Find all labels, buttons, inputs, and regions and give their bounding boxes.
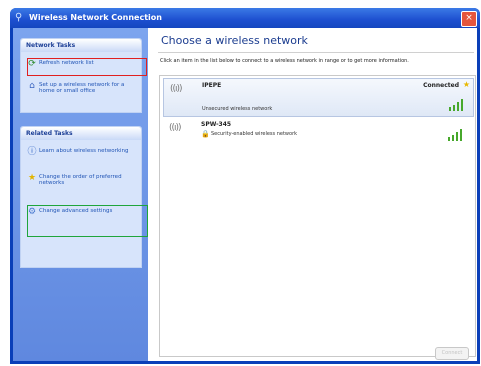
info-icon: ⓘ — [27, 147, 37, 157]
title-bar[interactable]: ⚲ Wireless Network Connection × — [10, 8, 480, 28]
instructions-text: Click an item in the list below to conne… — [160, 58, 409, 64]
window-title: Wireless Network Connection — [29, 13, 162, 22]
antenna-icon: ((ı)) — [170, 84, 183, 94]
page-title: Choose a wireless network — [161, 34, 308, 47]
refresh-highlight-box — [27, 58, 147, 76]
antenna-icon: ((ı)) — [169, 123, 182, 133]
change-order-label: Change the order of preferred networks — [39, 174, 122, 186]
close-button[interactable]: × — [461, 11, 477, 27]
setup-icon: ⌂ — [29, 81, 35, 91]
heading-divider — [158, 52, 474, 53]
network-description: Unsecured wireless network — [202, 106, 273, 112]
star-icon: ★ — [27, 173, 37, 183]
main-content: Choose a wireless network Click an item … — [148, 28, 477, 361]
connection-status: Connected — [423, 82, 459, 89]
connect-button[interactable]: Connect — [435, 347, 469, 360]
connected-star-icon: ★ — [462, 80, 470, 89]
network-tasks-title: Network Tasks — [21, 39, 141, 52]
network-item-ipepe[interactable]: ((ı)) IPEPE Connected ★ Unsecured wirele… — [163, 78, 474, 117]
network-description: Security-enabled wireless network — [211, 131, 298, 137]
signal-strength-icon — [448, 129, 464, 141]
network-name: SPW-345 — [201, 121, 232, 128]
network-name: IPEPE — [202, 82, 222, 89]
signal-strength-icon — [449, 99, 465, 111]
network-list[interactable]: ((ı)) IPEPE Connected ★ Unsecured wirele… — [159, 75, 476, 357]
sidebar: Network Tasks ⟳ Refresh network list ⌂ S… — [13, 28, 148, 361]
wireless-icon: ⚲ — [15, 12, 23, 23]
related-tasks-panel: Related Tasks ⓘ Learn about wireless net… — [20, 126, 142, 268]
lock-icon: 🔒 — [201, 130, 210, 138]
setup-label: Set up a wireless network for a home or … — [39, 82, 125, 94]
network-item-spw345[interactable]: ((ı)) SPW-345 🔒 Security-enabled wireles… — [163, 118, 472, 155]
related-tasks-title: Related Tasks — [21, 127, 141, 140]
learn-label: Learn about wireless networking — [39, 148, 129, 154]
advanced-settings-highlight-box — [27, 205, 148, 237]
wireless-window: ⚲ Wireless Network Connection × Network … — [10, 8, 480, 364]
